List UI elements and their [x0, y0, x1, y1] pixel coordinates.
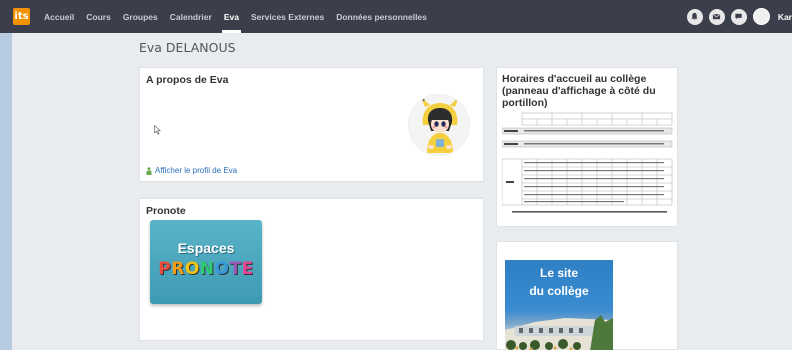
- site-card: Le site du collège: [496, 241, 678, 350]
- mouse-cursor-icon: [154, 125, 161, 135]
- bell-icon[interactable]: [686, 8, 703, 25]
- nav-item-donnees-personnelles[interactable]: Données personnelles: [330, 0, 433, 33]
- site-banner-line1: Le site: [539, 266, 578, 280]
- college-site-banner-link[interactable]: Le site du collège: [505, 260, 613, 350]
- nav-item-services-externes[interactable]: Services Externes: [245, 0, 330, 33]
- top-navbar: its Accueil Cours Groupes Calendrier Eva…: [0, 0, 792, 33]
- nav-item-accueil[interactable]: Accueil: [38, 0, 80, 33]
- nav-item-cours[interactable]: Cours: [80, 0, 117, 33]
- app-logo[interactable]: its: [13, 8, 30, 25]
- user-avatar[interactable]: [752, 8, 770, 25]
- nav-item-eva[interactable]: Eva: [218, 0, 245, 33]
- user-name[interactable]: Kar: [778, 12, 792, 22]
- horaires-card-title: Horaires d'accueil au collège (panneau d…: [502, 73, 656, 109]
- nav-item-groupes[interactable]: Groupes: [117, 0, 164, 33]
- site-banner-line2: du collège: [529, 284, 589, 298]
- profile-avatar: [408, 94, 470, 156]
- pronote-card: Pronote Espaces PRONOTE: [139, 198, 484, 341]
- pronote-banner-link[interactable]: Espaces PRONOTE: [150, 220, 262, 304]
- about-card: A propos de Eva Afficher le profil de Ev…: [139, 67, 484, 182]
- left-sidebar-strip: [0, 33, 12, 350]
- horaires-card: Horaires d'accueil au collège (panneau d…: [496, 67, 678, 227]
- show-profile-link-label[interactable]: Afficher le profil de Eva: [155, 166, 237, 175]
- nav-item-calendrier[interactable]: Calendrier: [164, 0, 218, 33]
- pronote-banner-line1: Espaces: [177, 239, 235, 256]
- mail-icon[interactable]: [708, 8, 725, 25]
- show-profile-link[interactable]: Afficher le profil de Eva: [146, 166, 237, 175]
- pronote-banner-line2-text: PRONOTE: [158, 258, 254, 279]
- navbar-right: Kar: [686, 0, 792, 33]
- person-icon: [146, 166, 152, 175]
- timetable-image[interactable]: [501, 111, 674, 217]
- pronote-banner-line2: PRONOTE: [158, 259, 253, 279]
- chat-icon[interactable]: [730, 8, 747, 25]
- pronote-card-title: Pronote: [146, 205, 186, 217]
- about-card-title: A propos de Eva: [146, 74, 229, 86]
- page-title: Eva DELANOUS: [139, 40, 236, 55]
